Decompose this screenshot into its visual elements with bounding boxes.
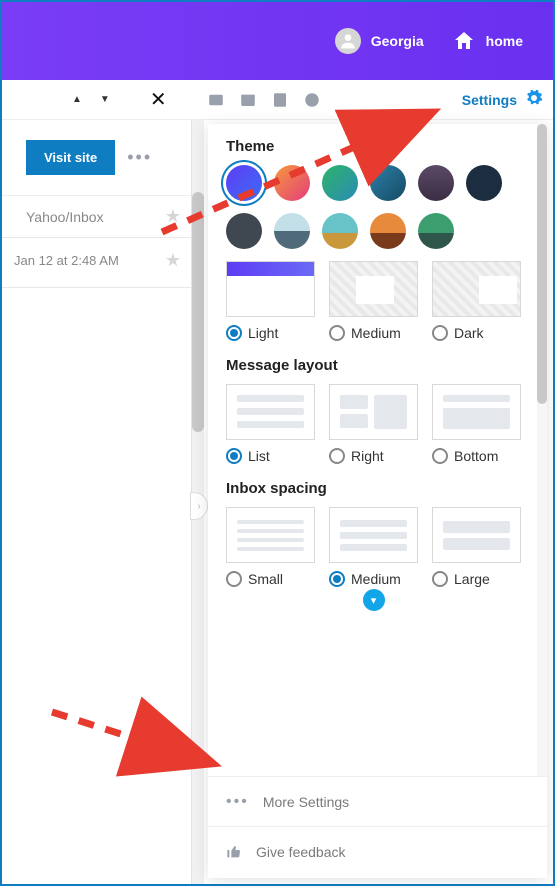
- user-menu[interactable]: Georgia: [335, 28, 424, 54]
- theme-swatch-desert[interactable]: [370, 213, 406, 249]
- layout-card-bottom[interactable]: [432, 384, 521, 440]
- contact-card-icon[interactable]: [207, 91, 225, 109]
- layout-section: Message layout List Right Bottom: [226, 357, 521, 464]
- layout-radio-bottom[interactable]: Bottom: [432, 448, 521, 464]
- density-card-light[interactable]: [226, 261, 315, 317]
- theme-radio-medium[interactable]: Medium: [329, 325, 418, 341]
- theme-swatch-beach[interactable]: [322, 213, 358, 249]
- spacing-section: Inbox spacing Small Medium Large ▾: [226, 480, 521, 611]
- theme-swatch-navy[interactable]: [466, 165, 502, 201]
- theme-swatch-charcoal[interactable]: [226, 213, 262, 249]
- gear-icon: [525, 89, 543, 110]
- scroll-down-icon[interactable]: ▾: [363, 589, 385, 611]
- layout-radio-list[interactable]: List: [226, 448, 315, 464]
- scrollbar-thumb[interactable]: [537, 124, 547, 404]
- layout-card-list[interactable]: [226, 384, 315, 440]
- theme-swatch-hills[interactable]: [418, 213, 454, 249]
- folder-row[interactable]: Yahoo/Inbox ★: [2, 195, 191, 237]
- user-name: Georgia: [371, 33, 424, 49]
- panel-scrollbar[interactable]: [537, 124, 547, 776]
- spacing-radio-medium[interactable]: Medium: [329, 571, 418, 587]
- feedback-link[interactable]: Give feedback: [208, 827, 547, 877]
- folder-label: Yahoo/Inbox: [26, 209, 104, 225]
- caret-up-icon[interactable]: ▲: [72, 94, 82, 105]
- home-icon: [452, 29, 476, 53]
- expand-pane-icon[interactable]: ›: [190, 492, 208, 520]
- spacing-radio-large[interactable]: Large: [432, 571, 521, 587]
- message-row[interactable]: Jan 12 at 2:48 AM ★: [2, 237, 191, 288]
- left-pane: Visit site ••• Yahoo/Inbox ★ Jan 12 at 2…: [2, 120, 192, 884]
- theme-section: Theme Light Medium: [226, 138, 521, 341]
- settings-button[interactable]: Settings: [462, 89, 543, 110]
- more-icon: •••: [226, 793, 249, 811]
- theme-title: Theme: [226, 138, 521, 155]
- visit-site-button[interactable]: Visit site: [26, 140, 115, 175]
- close-icon[interactable]: ✕: [150, 87, 167, 112]
- theme-swatch-sunset[interactable]: [274, 165, 310, 201]
- spacing-title: Inbox spacing: [226, 480, 521, 497]
- spacing-radio-small[interactable]: Small: [226, 571, 315, 587]
- panel-footer: ••• More Settings Give feedback: [208, 776, 547, 878]
- home-label: home: [486, 33, 523, 49]
- theme-swatch-mountains[interactable]: [274, 213, 310, 249]
- spacing-card-medium[interactable]: [329, 507, 418, 563]
- left-scrollbar[interactable]: ›: [192, 120, 204, 884]
- notepad-icon[interactable]: [271, 91, 289, 109]
- message-time: Jan 12 at 2:48 AM: [14, 253, 119, 268]
- density-card-dark[interactable]: [432, 261, 521, 317]
- spacing-card-small[interactable]: [226, 507, 315, 563]
- layout-card-right[interactable]: [329, 384, 418, 440]
- theme-swatch-purple[interactable]: [226, 165, 262, 201]
- density-card-medium[interactable]: [329, 261, 418, 317]
- spacing-card-large[interactable]: [432, 507, 521, 563]
- theme-radio-dark[interactable]: Dark: [432, 325, 521, 341]
- calendar-icon[interactable]: [239, 91, 257, 109]
- theme-swatch-green[interactable]: [322, 165, 358, 201]
- more-settings-label: More Settings: [263, 794, 349, 810]
- star-icon[interactable]: ★: [165, 206, 181, 227]
- more-icon[interactable]: •••: [127, 147, 152, 168]
- help-icon[interactable]: [303, 91, 321, 109]
- feedback-label: Give feedback: [256, 844, 346, 860]
- caret-down-icon[interactable]: ▼: [100, 94, 110, 105]
- theme-swatch-plum[interactable]: [418, 165, 454, 201]
- avatar-icon: [335, 28, 361, 54]
- theme-radio-light[interactable]: Light: [226, 325, 315, 341]
- theme-swatch-ocean[interactable]: [370, 165, 406, 201]
- star-icon[interactable]: ★: [165, 250, 181, 271]
- settings-panel: Theme Light Medium: [208, 124, 547, 878]
- layout-title: Message layout: [226, 357, 521, 374]
- thumb-up-icon: [226, 844, 242, 860]
- app-header: Georgia home: [2, 2, 553, 80]
- layout-radio-right[interactable]: Right: [329, 448, 418, 464]
- settings-label: Settings: [462, 92, 517, 108]
- toolbar: ▲ ▼ ✕ Settings: [2, 80, 553, 120]
- scrollbar-thumb[interactable]: [192, 192, 204, 432]
- home-link[interactable]: home: [452, 29, 523, 53]
- more-settings-link[interactable]: ••• More Settings: [208, 777, 547, 827]
